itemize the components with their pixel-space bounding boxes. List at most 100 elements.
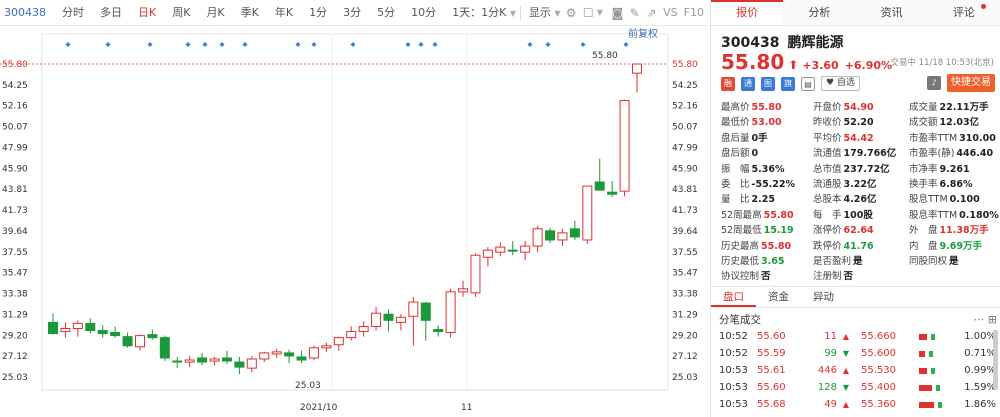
period-duori[interactable]: 多日 bbox=[92, 0, 130, 26]
info-marker-icon[interactable] bbox=[202, 42, 208, 47]
stat-label: 同股同权 bbox=[909, 255, 948, 267]
hk-connect-icon[interactable]: 通 bbox=[741, 76, 755, 91]
new-dot-icon bbox=[981, 4, 986, 9]
fq-toggle[interactable]: 前复权 bbox=[628, 27, 658, 40]
checkbox-icon[interactable]: ☐ bbox=[580, 6, 597, 20]
more-icon[interactable]: ⋯ bbox=[973, 313, 984, 326]
y-tick-left: 35.47 bbox=[2, 269, 28, 279]
y-tick-left: 25.03 bbox=[2, 373, 28, 383]
period-3min[interactable]: 3分 bbox=[335, 0, 369, 26]
pencil-icon[interactable]: ✎ bbox=[626, 6, 643, 20]
expand-icon[interactable]: ⊞ bbox=[988, 313, 997, 326]
info-marker-icon[interactable] bbox=[295, 42, 301, 47]
period-5min[interactable]: 5分 bbox=[369, 0, 403, 26]
tab-pankou[interactable]: 盘口 bbox=[711, 287, 756, 307]
quick-trade-button[interactable]: 快捷交易 bbox=[947, 74, 995, 92]
candle bbox=[470, 254, 481, 294]
period-yearly-k[interactable]: 年K bbox=[267, 0, 301, 26]
candle bbox=[97, 330, 108, 335]
candle bbox=[619, 100, 630, 192]
tab-movement[interactable]: 异动 bbox=[801, 287, 846, 307]
info-marker-icon[interactable] bbox=[580, 42, 586, 47]
stock-code-tab[interactable]: 300438 bbox=[0, 0, 54, 26]
candle bbox=[234, 361, 245, 368]
candles-layer bbox=[48, 63, 642, 375]
stats-row: 振 幅 5.36% 总市值 237.72亿 市净率 9.261 bbox=[721, 162, 1000, 177]
info-marker-icon[interactable] bbox=[527, 42, 533, 47]
last-price: 55.80 bbox=[721, 50, 785, 74]
stat-cell: 历史最低 3.65 bbox=[721, 254, 813, 269]
stats-row: 盘后额 0 流通值 179.766亿 市盈率(静) 446.40 bbox=[721, 146, 1000, 161]
candle bbox=[85, 322, 96, 332]
tick-volume: 99 bbox=[824, 348, 837, 359]
info-marker-icon[interactable] bbox=[219, 42, 225, 47]
book-price: 55.660 bbox=[861, 331, 896, 342]
stat-value: 54.42 bbox=[843, 132, 874, 144]
info-marker-icon[interactable] bbox=[65, 42, 71, 47]
period-1min[interactable]: 1分 bbox=[301, 0, 335, 26]
margin-tag-icon[interactable]: 融 bbox=[721, 76, 735, 91]
stat-cell: 市盈率TTM 310.00 bbox=[909, 131, 1000, 146]
stat-label: 盘后量 bbox=[721, 132, 750, 144]
book-pct: 1.00% bbox=[964, 331, 996, 342]
candle bbox=[134, 335, 145, 348]
camera-icon[interactable]: ◙ bbox=[609, 6, 626, 20]
period-weekly-k[interactable]: 周K bbox=[164, 0, 198, 26]
candle bbox=[197, 357, 208, 363]
tick-time: 10:53 bbox=[719, 399, 748, 410]
stat-value: 3.65 bbox=[761, 255, 785, 267]
bell-icon[interactable]: ♪ bbox=[927, 76, 941, 90]
info-marker-icon[interactable] bbox=[405, 42, 411, 47]
vs-button[interactable]: VS bbox=[660, 0, 681, 26]
note-icon[interactable]: ▤ bbox=[801, 76, 815, 91]
add-watchlist-button[interactable]: ♥ 自选 bbox=[821, 76, 860, 91]
stats-row: 协议控制否注册制否 bbox=[721, 269, 1000, 284]
arrow-up-icon: ▲ bbox=[842, 400, 849, 409]
period-monthly-k[interactable]: 月K bbox=[198, 0, 232, 26]
info-marker-icon[interactable] bbox=[105, 42, 111, 47]
candle bbox=[72, 322, 83, 329]
chart-tag-icon[interactable]: 图 bbox=[761, 76, 775, 91]
settings-icon[interactable]: ⚙ bbox=[563, 6, 580, 20]
info-marker-icon[interactable] bbox=[147, 42, 153, 47]
y-tick-left: 27.12 bbox=[2, 352, 28, 362]
stat-value: 0 bbox=[751, 148, 759, 160]
y-tick-left: 54.25 bbox=[2, 81, 28, 91]
tab-comments[interactable]: 评论 bbox=[928, 0, 1000, 25]
tab-analysis[interactable]: 分析 bbox=[783, 0, 855, 25]
tick-price: 55.70 bbox=[757, 413, 809, 417]
period-quarterly-k[interactable]: 季K bbox=[233, 0, 267, 26]
stat-cell: 盘后量 0手 bbox=[721, 131, 813, 146]
tick-volume: 446 bbox=[817, 365, 837, 376]
info-marker-icon[interactable] bbox=[242, 42, 248, 47]
period-10min[interactable]: 10分 bbox=[403, 0, 444, 26]
info-marker-icon[interactable] bbox=[623, 42, 629, 47]
period-daily-k[interactable]: 日K bbox=[130, 0, 164, 26]
chevron-down-icon: ▼ bbox=[509, 8, 516, 18]
stat-value: -55.22% bbox=[751, 178, 796, 190]
tab-news[interactable]: 资讯 bbox=[856, 0, 928, 25]
tab-quote[interactable]: 报价 bbox=[711, 0, 784, 25]
stat-value: 9.261 bbox=[939, 163, 970, 175]
info-marker-icon[interactable] bbox=[311, 42, 317, 47]
scrollbar[interactable] bbox=[993, 330, 998, 390]
display-menu[interactable]: 显示 ▼ bbox=[521, 0, 563, 26]
candle bbox=[122, 336, 133, 347]
kline-chart[interactable]: 55.80 54.25 52.16 50.07 47.99 45.90 43.81 41.73… bbox=[0, 26, 707, 417]
tick-row: 10:5355.708▲ bbox=[719, 413, 849, 417]
info-marker-icon[interactable] bbox=[185, 42, 191, 47]
info-marker-icon[interactable] bbox=[432, 42, 438, 47]
info-marker-icon[interactable] bbox=[545, 42, 551, 47]
stat-label: 外 盘 bbox=[909, 225, 938, 237]
period-fenshi[interactable]: 分时 bbox=[54, 0, 92, 26]
y-tick-right: 47.99 bbox=[672, 143, 698, 153]
period-combo-select[interactable]: 1天：1分K ▼ bbox=[444, 0, 520, 26]
chevron-down-icon[interactable]: ▼ bbox=[597, 8, 603, 17]
stat-label: 市盈率(静) bbox=[909, 148, 955, 160]
info-marker-icon[interactable] bbox=[418, 42, 424, 47]
flag-tag-icon[interactable]: 旗 bbox=[781, 76, 795, 91]
info-marker-icon[interactable] bbox=[350, 42, 356, 47]
f10-button[interactable]: F10 bbox=[681, 0, 707, 26]
share-icon[interactable]: ⇗ bbox=[643, 6, 660, 20]
tab-funds[interactable]: 资金 bbox=[756, 287, 801, 307]
